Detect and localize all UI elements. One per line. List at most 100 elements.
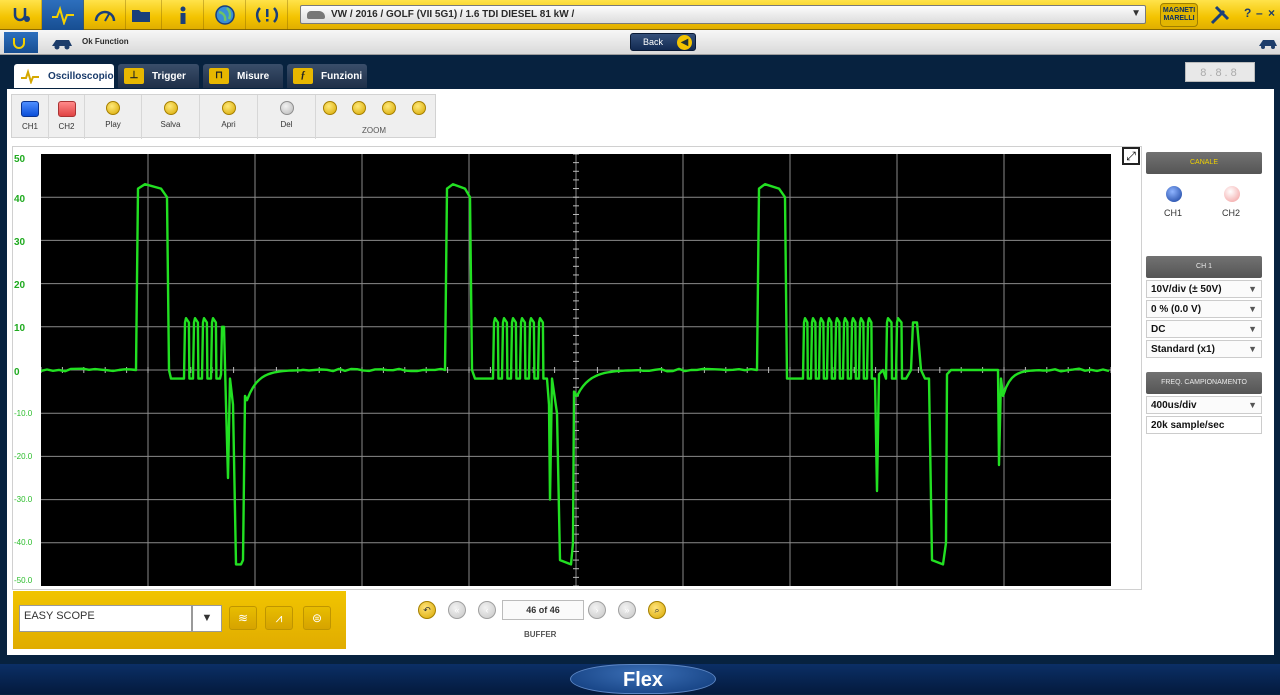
ch1-label: CH1 <box>22 122 38 131</box>
y-axis-labels: 50 40 30 20 10 0 -10.0 -20.0 -30.0 -40.0… <box>14 150 40 590</box>
diagnosis-home-icon[interactable] <box>4 32 38 53</box>
y-label: 40 <box>14 194 25 205</box>
zoom-group: ZOOM <box>316 95 437 139</box>
ch2-label: CH2 <box>1222 208 1240 218</box>
coupling-value: DC <box>1151 324 1165 335</box>
close-icon[interactable]: × <box>1268 6 1275 20</box>
tab-oscilloscopio[interactable]: Oscilloscopio <box>14 64 114 88</box>
zoom-out-y-icon[interactable] <box>412 101 426 115</box>
y-label: 10 <box>14 323 25 334</box>
zoom-in-x-icon[interactable] <box>323 101 337 115</box>
easy-scope-select[interactable]: EASY SCOPE <box>19 605 192 632</box>
ch1-waveform <box>41 184 1109 564</box>
minimize-icon[interactable]: – <box>1256 6 1263 20</box>
last-icon[interactable]: » <box>618 601 636 619</box>
save-icon <box>164 101 178 115</box>
tab-misure[interactable]: ⊓ Misure <box>203 64 283 88</box>
help-icon[interactable]: ? <box>1244 6 1251 20</box>
stethoscope-icon[interactable] <box>0 0 42 30</box>
ch2-radio[interactable] <box>1224 186 1240 202</box>
ok-function-label: Ok Function <box>82 37 129 46</box>
chevron-down-icon: ▼ <box>1248 341 1257 358</box>
oscilloscope-display[interactable] <box>41 154 1111 586</box>
status-digits: 8.8.8 <box>1185 62 1255 82</box>
preset-waveform-icon[interactable]: ≋ <box>229 606 257 630</box>
scope-toolbar: CH1 CH2 Play Salva Apri Del ZOOM <box>11 94 436 138</box>
ch2-button[interactable]: CH2 <box>49 95 85 139</box>
tab-label: Trigger <box>152 71 186 82</box>
chevron-down-icon: ▼ <box>1248 397 1257 414</box>
buffer-navigation: ↶ « ‹ 46 of 46 › » ⌕ BUFFER <box>410 598 670 642</box>
next-icon[interactable]: › <box>588 601 606 619</box>
y-label: -50.0 <box>14 576 32 585</box>
tab-funzioni[interactable]: ƒ Funzioni <box>287 64 367 88</box>
vehicle-label: VW / 2016 / GOLF (VII 5G1) / 1.6 TDI DIE… <box>331 9 574 20</box>
measure-icon: ⊓ <box>209 68 229 84</box>
coupling-select[interactable]: DC ▼ <box>1146 320 1262 338</box>
top-toolbar: VW / 2016 / GOLF (VII 5G1) / 1.6 TDI DIE… <box>0 0 1280 30</box>
offset-value: 0 % (0.0 V) <box>1151 304 1201 315</box>
probe-value: Standard (x1) <box>1151 344 1215 355</box>
waveform-icon <box>20 68 40 84</box>
vehicle-selector[interactable]: VW / 2016 / GOLF (VII 5G1) / 1.6 TDI DIE… <box>300 5 1146 24</box>
undo-icon <box>280 101 294 115</box>
folder-icon[interactable] <box>120 0 162 30</box>
chevron-down-icon[interactable]: ▼ <box>192 605 222 632</box>
ch2-color-icon <box>58 101 76 117</box>
channel-settings-panel: CANALE CH1 CH2 CH 1 10V/div (± 50V) ▼ 0 %… <box>1146 152 1262 434</box>
sample-rate-field: 20k sample/sec <box>1146 416 1262 434</box>
oscilloscope-icon[interactable] <box>42 0 84 30</box>
tab-trigger[interactable]: ⊥ Trigger <box>118 64 199 88</box>
prev-icon[interactable]: ‹ <box>478 601 496 619</box>
tab-label: Misure <box>237 71 269 82</box>
tab-label: Funzioni <box>321 71 362 82</box>
y-label: 0 <box>14 367 20 378</box>
tools-icon[interactable] <box>1208 3 1232 32</box>
y-label: -20.0 <box>14 452 32 461</box>
zoom-in-y-icon[interactable] <box>382 101 396 115</box>
zoom-label: ZOOM <box>362 126 386 135</box>
volt-div-value: 10V/div (± 50V) <box>1151 284 1222 295</box>
open-label: Apri <box>221 120 235 129</box>
tab-label: Oscilloscopio <box>48 71 114 82</box>
globe-icon[interactable] <box>204 0 246 30</box>
preset-pulse-icon[interactable]: ⩘ <box>265 606 293 630</box>
back-button[interactable]: Back ◀ <box>630 33 696 51</box>
first-icon[interactable]: « <box>448 601 466 619</box>
zoom-icon[interactable]: ⌕ <box>648 601 666 619</box>
back-arrow-icon: ◀ <box>677 35 692 50</box>
tpms-icon[interactable] <box>246 0 288 30</box>
volt-div-select[interactable]: 10V/div (± 50V) ▼ <box>1146 280 1262 298</box>
preset-settings-icon[interactable]: ⊜ <box>303 606 331 630</box>
ch-header: CH 1 <box>1146 256 1262 278</box>
function-bar: Ok Function Back ◀ 8.8.8 <box>0 30 1280 55</box>
car-icon <box>307 11 325 19</box>
back-label: Back <box>643 37 663 47</box>
buffer-label: BUFFER <box>524 630 556 639</box>
expand-icon[interactable]: ⤢ <box>1122 147 1140 165</box>
ch1-radio[interactable] <box>1166 186 1182 202</box>
ch1-button[interactable]: CH1 <box>12 95 49 139</box>
chevron-down-icon: ▼ <box>1248 281 1257 298</box>
save-button[interactable]: Salva <box>142 95 200 139</box>
time-div-select[interactable]: 400us/div ▼ <box>1146 396 1262 414</box>
play-icon <box>106 101 120 115</box>
play-label: Play <box>105 120 121 129</box>
chevron-down-icon: ▼ <box>1248 321 1257 338</box>
ch1-label: CH1 <box>1164 208 1182 218</box>
flex-logo: Flex <box>570 664 716 694</box>
probe-select[interactable]: Standard (x1) ▼ <box>1146 340 1262 358</box>
offset-select[interactable]: 0 % (0.0 V) ▼ <box>1146 300 1262 318</box>
buffer-position: 46 of 46 <box>502 600 584 620</box>
brand-logo: MAGNETI MARELLI <box>1160 3 1198 27</box>
delete-button[interactable]: Del <box>258 95 316 139</box>
info-icon[interactable] <box>162 0 204 30</box>
channel-selector: CH1 CH2 <box>1146 174 1262 234</box>
play-button[interactable]: Play <box>85 95 142 139</box>
zoom-out-x-icon[interactable] <box>352 101 366 115</box>
open-button[interactable]: Apri <box>200 95 258 139</box>
refresh-icon[interactable]: ↶ <box>418 601 436 619</box>
trigger-icon: ⊥ <box>124 68 144 84</box>
waveform-plot <box>41 154 1111 586</box>
folder-open-icon <box>222 101 236 115</box>
